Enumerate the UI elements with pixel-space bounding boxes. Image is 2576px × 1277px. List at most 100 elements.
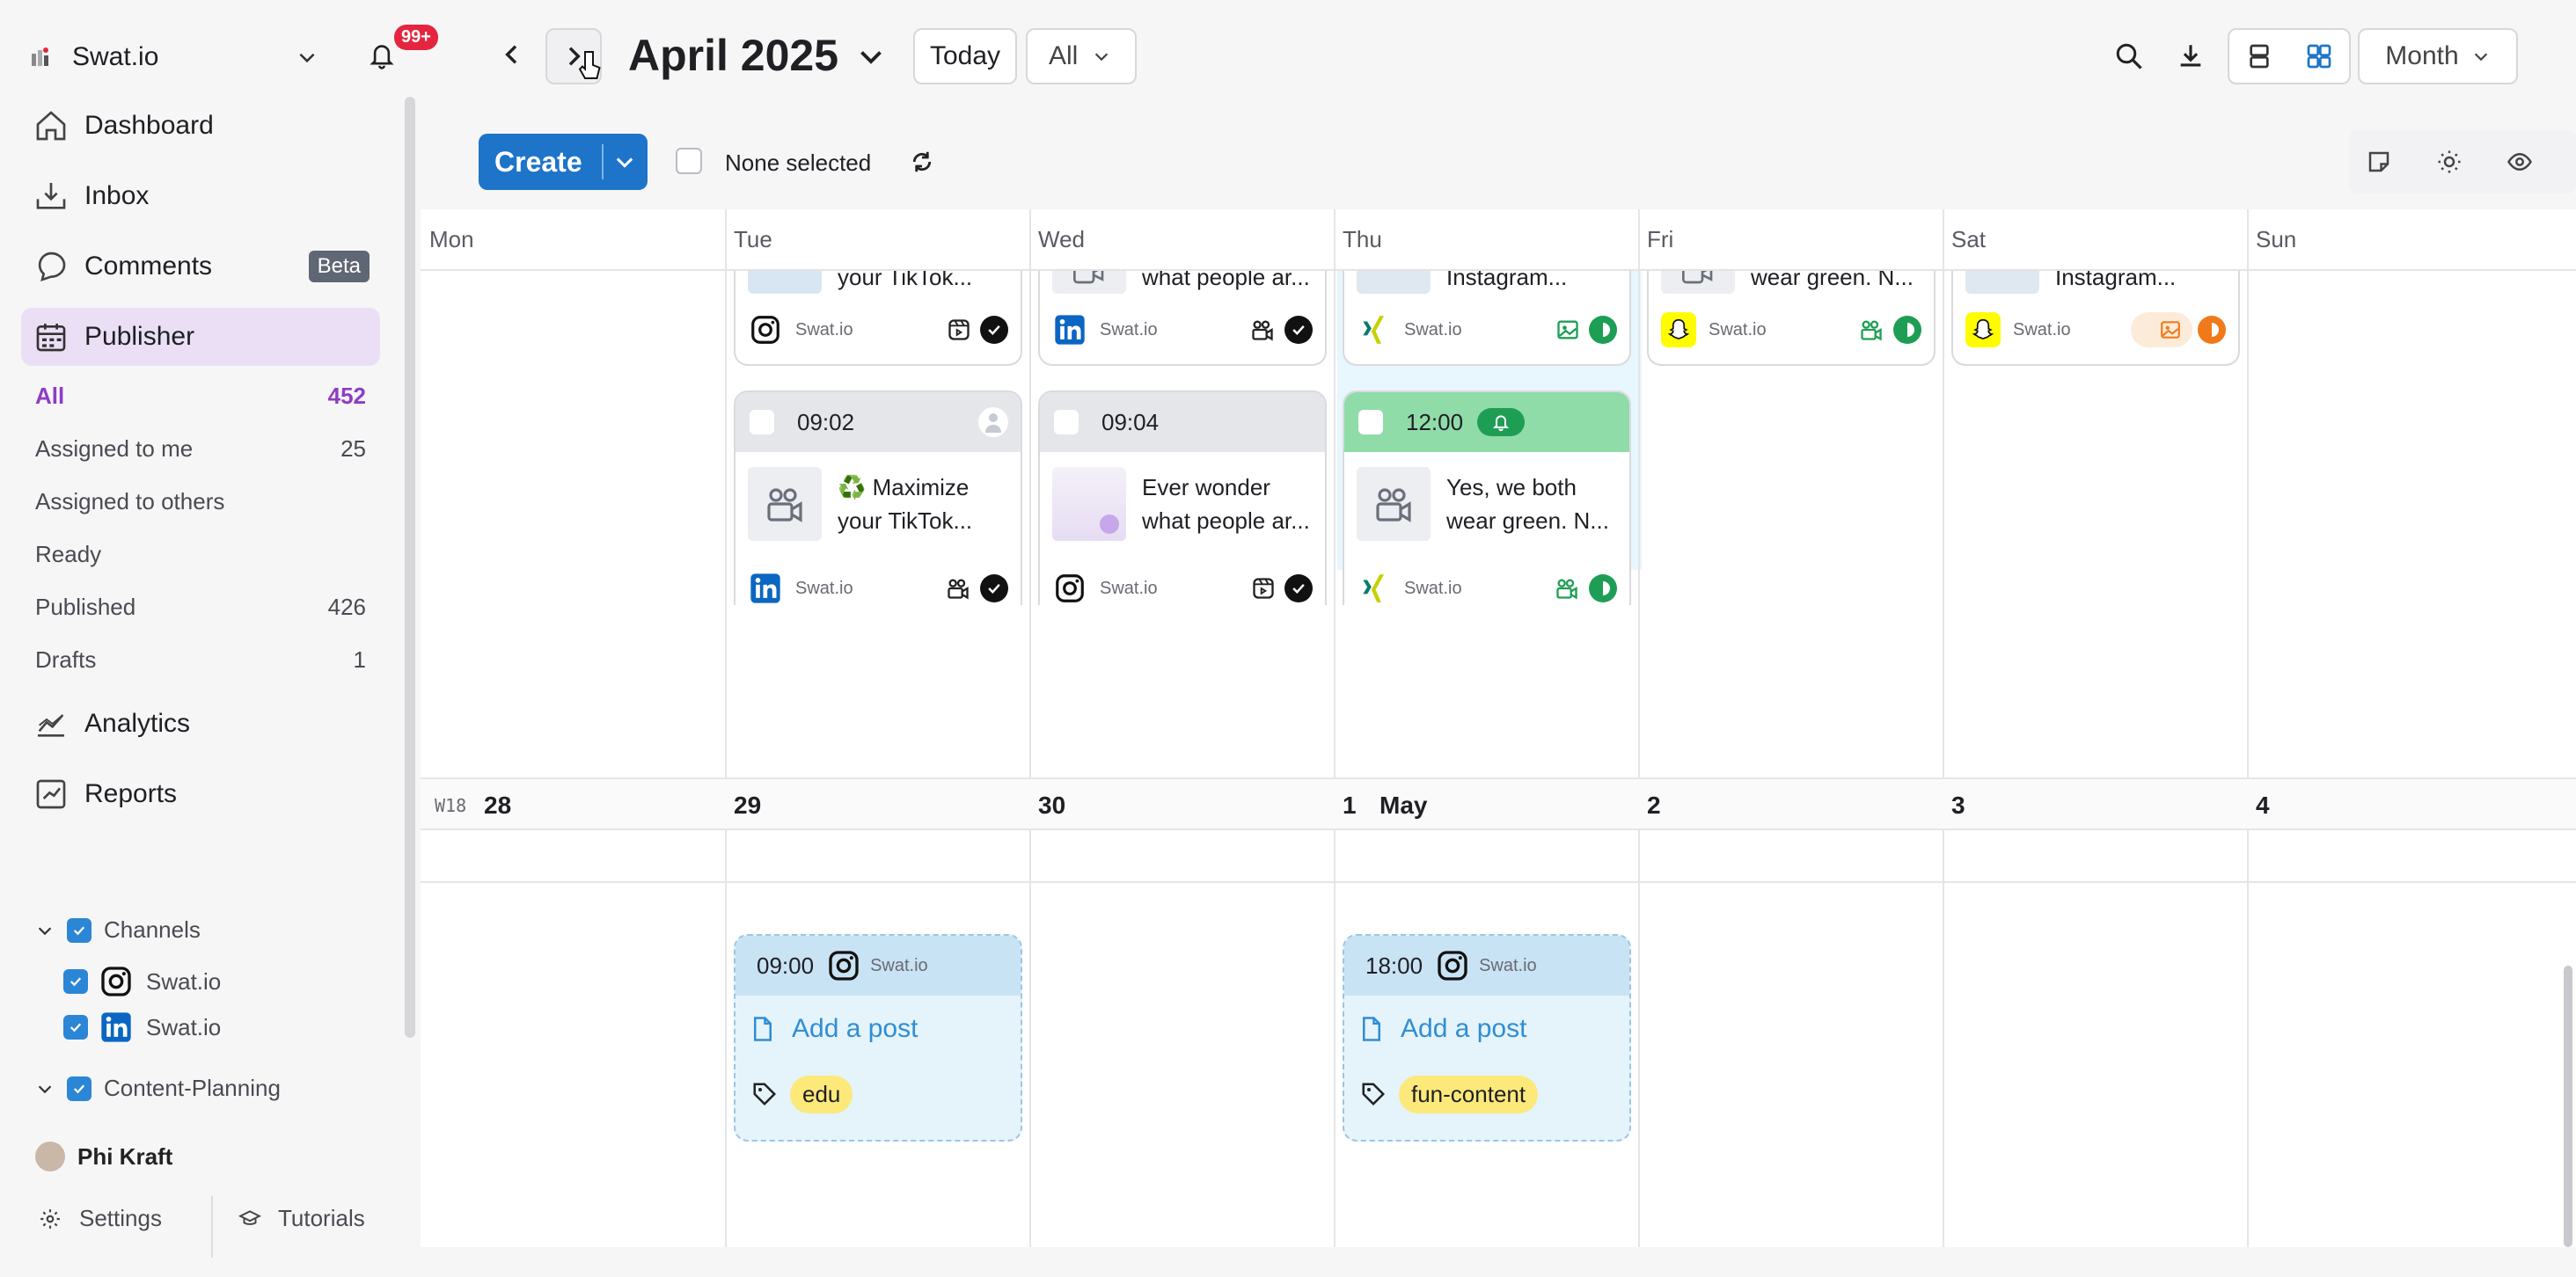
card-checkbox[interactable]	[1054, 410, 1079, 434]
nav-analytics[interactable]: Analytics	[21, 695, 380, 753]
settings-button[interactable]: Settings	[39, 1205, 162, 1232]
published-check-icon	[1284, 574, 1313, 602]
tutorials-button[interactable]: Tutorials	[238, 1205, 365, 1232]
download-button[interactable]	[2171, 37, 2210, 76]
filter-ready[interactable]: Ready	[35, 535, 366, 573]
month-label: May	[1379, 792, 1428, 819]
video-type-icon	[1249, 317, 1276, 342]
date-number: 4	[2256, 792, 2270, 819]
post-card[interactable]: Instagram... Swat.io	[1343, 271, 1631, 366]
avatar	[35, 1142, 65, 1171]
planning-slot[interactable]: 18:00 Swat.io Add a post fun-content	[1343, 934, 1631, 1142]
progress-status-icon	[1893, 316, 1921, 344]
prev-month-button[interactable]	[493, 35, 531, 74]
chevron-down-icon[interactable]	[35, 1079, 55, 1098]
filter-published[interactable]: Published 426	[35, 587, 366, 626]
tag-icon	[1362, 1083, 1386, 1106]
post-caption: Yes, we both wear green. N...	[1446, 471, 1609, 537]
nav-comments-label: Comments	[84, 252, 213, 281]
tree-channel-linkedin[interactable]: Swat.io	[63, 1010, 221, 1045]
today-button[interactable]: Today	[913, 28, 1017, 84]
post-card[interactable]: 12:00 Yes, we both wear green. N... Swat.…	[1343, 390, 1631, 605]
filter-label: Published	[35, 593, 136, 620]
checkbox-channel[interactable]	[63, 969, 88, 994]
tag-badge[interactable]: edu	[790, 1075, 853, 1113]
add-post-button[interactable]: Add a post	[735, 996, 1021, 1062]
month-title[interactable]: April 2025	[628, 30, 838, 81]
caption-line: Ever wonder	[1142, 474, 1270, 500]
post-card[interactable]: 09:02 ♻️ Maximize your TikTok... Swat.io	[734, 390, 1022, 605]
nav-comments[interactable]: Comments Beta	[21, 237, 380, 296]
checkbox-content-planning[interactable]	[67, 1076, 91, 1101]
filter-assigned-to-others[interactable]: Assigned to others	[35, 482, 366, 521]
post-card[interactable]: what people ar... Swat.io	[1038, 271, 1327, 366]
select-all-checkbox[interactable]	[676, 148, 702, 174]
view-selector[interactable]: Month	[2358, 28, 2518, 84]
row-divider	[421, 881, 2576, 883]
published-check-icon	[1284, 316, 1313, 344]
post-time: 12:00	[1406, 408, 1464, 435]
filter-drafts[interactable]: Drafts 1	[35, 640, 366, 679]
tree-content-planning[interactable]: Content-Planning	[35, 1075, 281, 1102]
chevron-down-icon[interactable]	[296, 46, 318, 69]
day-header: Mon	[429, 225, 474, 252]
slot-tags: fun-content	[1344, 1062, 1629, 1126]
cursor-icon	[577, 49, 604, 81]
snapchat-icon	[1661, 312, 1696, 347]
filter-assigned-to-me[interactable]: Assigned to me 25	[35, 429, 366, 468]
post-card[interactable]: 09:04 Ever wonder what people ar... Swat.…	[1038, 390, 1327, 605]
planning-slot[interactable]: 09:00 Swat.io Add a post edu	[734, 934, 1022, 1142]
filter-count: 426	[327, 593, 366, 620]
theme-button[interactable]	[2433, 146, 2465, 178]
preview-button[interactable]	[2504, 146, 2536, 178]
post-card[interactable]: your TikTok... Swat.io	[734, 271, 1022, 366]
tree-channels[interactable]: Channels	[35, 916, 201, 944]
chevron-down-icon[interactable]	[35, 921, 55, 940]
refresh-button[interactable]	[906, 146, 938, 178]
notifications-button[interactable]: 99+	[361, 25, 438, 77]
beta-badge: Beta	[308, 251, 370, 282]
user-profile[interactable]: Phi Kraft	[35, 1142, 172, 1171]
workspace-switcher[interactable]: Swat.io 99+	[26, 25, 438, 79]
calendar-scrollbar[interactable]	[2564, 966, 2572, 1247]
filter-all[interactable]: All 452	[35, 376, 366, 415]
view-options	[2349, 130, 2576, 193]
search-button[interactable]	[2110, 37, 2148, 76]
nav-publisher[interactable]: Publisher	[21, 308, 380, 366]
channel-name: Swat.io	[1404, 578, 1462, 598]
image-type-icon	[2159, 318, 2182, 341]
date-number: 3	[1951, 792, 1965, 819]
checkbox-channels[interactable]	[67, 917, 91, 943]
post-card[interactable]: wear green. N... Swat.io	[1647, 271, 1936, 366]
post-card[interactable]: Instagram... Swat.io	[1951, 271, 2240, 366]
create-button[interactable]: Create	[479, 134, 648, 190]
nav-inbox[interactable]: Inbox	[21, 167, 380, 225]
post-caption: ♻️ Maximize your TikTok...	[838, 471, 972, 537]
chevron-down-icon	[616, 157, 633, 168]
nav-dashboard-label: Dashboard	[84, 111, 214, 140]
notes-button[interactable]	[2363, 146, 2395, 178]
video-icon	[1357, 467, 1431, 541]
gear-icon	[39, 1208, 62, 1230]
selection-status: None selected	[725, 150, 872, 176]
date-number: 2	[1647, 792, 1661, 819]
video-icon	[1661, 271, 1735, 294]
layout-toggle[interactable]	[2228, 28, 2351, 84]
video-type-icon	[1554, 576, 1580, 601]
nav-dashboard[interactable]: Dashboard	[21, 97, 380, 155]
bell-icon	[368, 40, 396, 70]
nav-reports[interactable]: Reports	[21, 765, 380, 823]
tag-badge[interactable]: fun-content	[1399, 1075, 1539, 1113]
card-checkbox[interactable]	[1358, 410, 1383, 434]
filter-dropdown[interactable]: All	[1026, 28, 1137, 84]
date-number: 29	[734, 792, 762, 819]
tree-channel-instagram[interactable]: Swat.io	[63, 964, 221, 999]
footer-divider	[211, 1196, 213, 1258]
card-header: 09:02	[735, 392, 1021, 452]
sidebar-scrollbar[interactable]	[405, 97, 415, 1038]
card-checkbox[interactable]	[750, 410, 774, 434]
add-post-button[interactable]: Add a post	[1344, 996, 1629, 1062]
checkbox-channel[interactable]	[63, 1015, 88, 1040]
workspace-logo	[26, 43, 55, 71]
chevron-down-icon[interactable]	[855, 40, 887, 72]
